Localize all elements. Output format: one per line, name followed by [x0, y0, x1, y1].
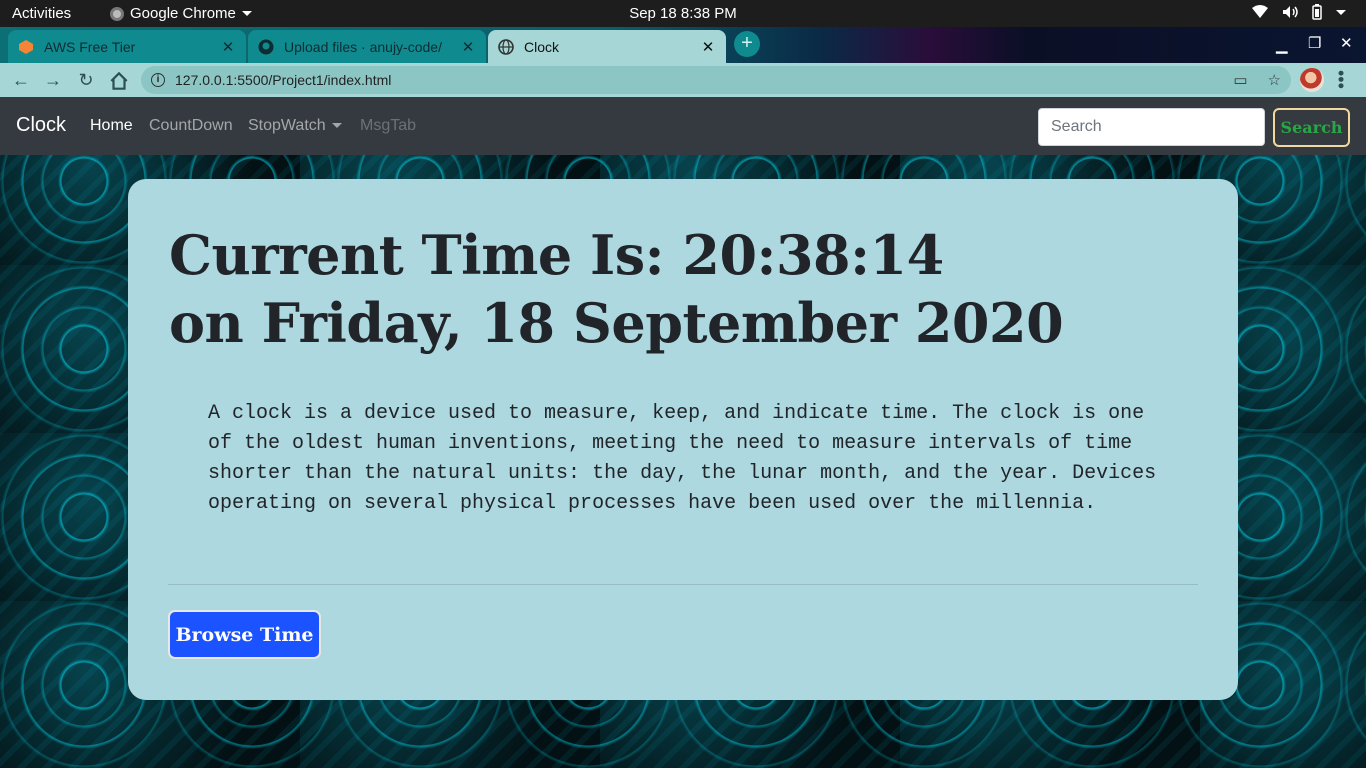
wifi-icon [1252, 5, 1268, 18]
nav-link-label: StopWatch [248, 117, 326, 134]
search-input[interactable] [1038, 108, 1265, 146]
divider [168, 584, 1198, 585]
close-icon[interactable]: ✕ [220, 38, 236, 56]
bookmark-star-icon[interactable]: ☆ [1268, 71, 1281, 89]
current-date: on Friday, 18 September 2020 [169, 291, 1064, 355]
close-icon[interactable]: ✕ [460, 38, 476, 56]
forward-icon[interactable]: → [42, 69, 64, 91]
globe-icon [498, 38, 514, 55]
close-window-icon[interactable]: ✕ [1340, 34, 1353, 52]
volume-icon [1283, 6, 1298, 18]
nav-link-countdown[interactable]: CountDown [149, 117, 233, 135]
chevron-down-icon [241, 11, 252, 16]
chevron-down-icon [1336, 9, 1346, 15]
minimize-icon[interactable]: ▁ [1276, 36, 1288, 54]
nav-link-msgtab[interactable]: MsgTab [360, 117, 416, 135]
menu-icon[interactable]: ••• [1331, 70, 1351, 89]
tab-clock[interactable]: Clock ✕ [488, 30, 726, 63]
cast-icon[interactable]: ▭ [1233, 71, 1247, 89]
back-icon[interactable]: ← [10, 69, 32, 91]
system-clock[interactable]: Sep 18 8:38 PM [629, 5, 737, 22]
tab-title: Clock [524, 38, 560, 55]
new-tab-button[interactable]: + [734, 31, 760, 57]
current-time: Current Time Is: 20:38:14 [169, 223, 944, 287]
chevron-down-icon [331, 123, 342, 129]
aws-icon [19, 39, 33, 54]
nav-dropdown-stopwatch[interactable]: StopWatch [248, 117, 342, 135]
navbar-brand[interactable]: Clock [16, 114, 66, 137]
battery-icon [1312, 4, 1322, 20]
close-icon[interactable]: ✕ [700, 38, 716, 56]
app-menu[interactable]: Google Chrome [110, 5, 252, 22]
tab-aws[interactable]: AWS Free Tier ✕ [8, 30, 246, 63]
nav-link-home[interactable]: Home [90, 117, 133, 135]
url-text[interactable]: 127.0.0.1:5500/Project1/index.html [175, 72, 1233, 88]
tab-strip: AWS Free Tier ✕ Upload files · anujy-cod… [0, 27, 1366, 63]
jumbotron: Current Time Is: 20:38:14 on Friday, 18 … [128, 179, 1238, 700]
info-icon[interactable]: i [151, 73, 165, 87]
github-icon [258, 39, 274, 54]
system-top-bar: Activities Google Chrome Sep 18 8:38 PM [0, 0, 1366, 27]
search-button[interactable]: Search [1273, 108, 1350, 147]
browser-toolbar: ← → ↻ i 127.0.0.1:5500/Project1/index.ht… [0, 63, 1366, 97]
tab-github[interactable]: Upload files · anujy-code/ ✕ [248, 30, 486, 63]
home-icon[interactable] [108, 70, 130, 92]
app-menu-label: Google Chrome [130, 5, 236, 22]
reload-icon[interactable]: ↻ [75, 69, 97, 91]
maximize-icon[interactable]: ❐ [1308, 34, 1321, 52]
profile-avatar[interactable] [1300, 68, 1324, 92]
clock-description: A clock is a device used to measure, kee… [208, 402, 1157, 515]
system-tray[interactable] [1252, 4, 1346, 20]
site-navbar: Clock Home CountDown StopWatch MsgTab Se… [0, 97, 1366, 155]
tab-title: Upload files · anujy-code/ [284, 38, 442, 55]
page-content: Clock Home CountDown StopWatch MsgTab Se… [0, 97, 1366, 768]
address-bar[interactable]: i 127.0.0.1:5500/Project1/index.html ▭ ☆ [141, 66, 1291, 94]
activities-button[interactable]: Activities [12, 5, 71, 22]
page-title: Current Time Is: 20:38:14 on Friday, 18 … [169, 221, 1064, 357]
tab-title: AWS Free Tier [44, 38, 136, 55]
chrome-small-icon [110, 6, 124, 21]
browse-time-button[interactable]: Browse Time [168, 610, 321, 659]
